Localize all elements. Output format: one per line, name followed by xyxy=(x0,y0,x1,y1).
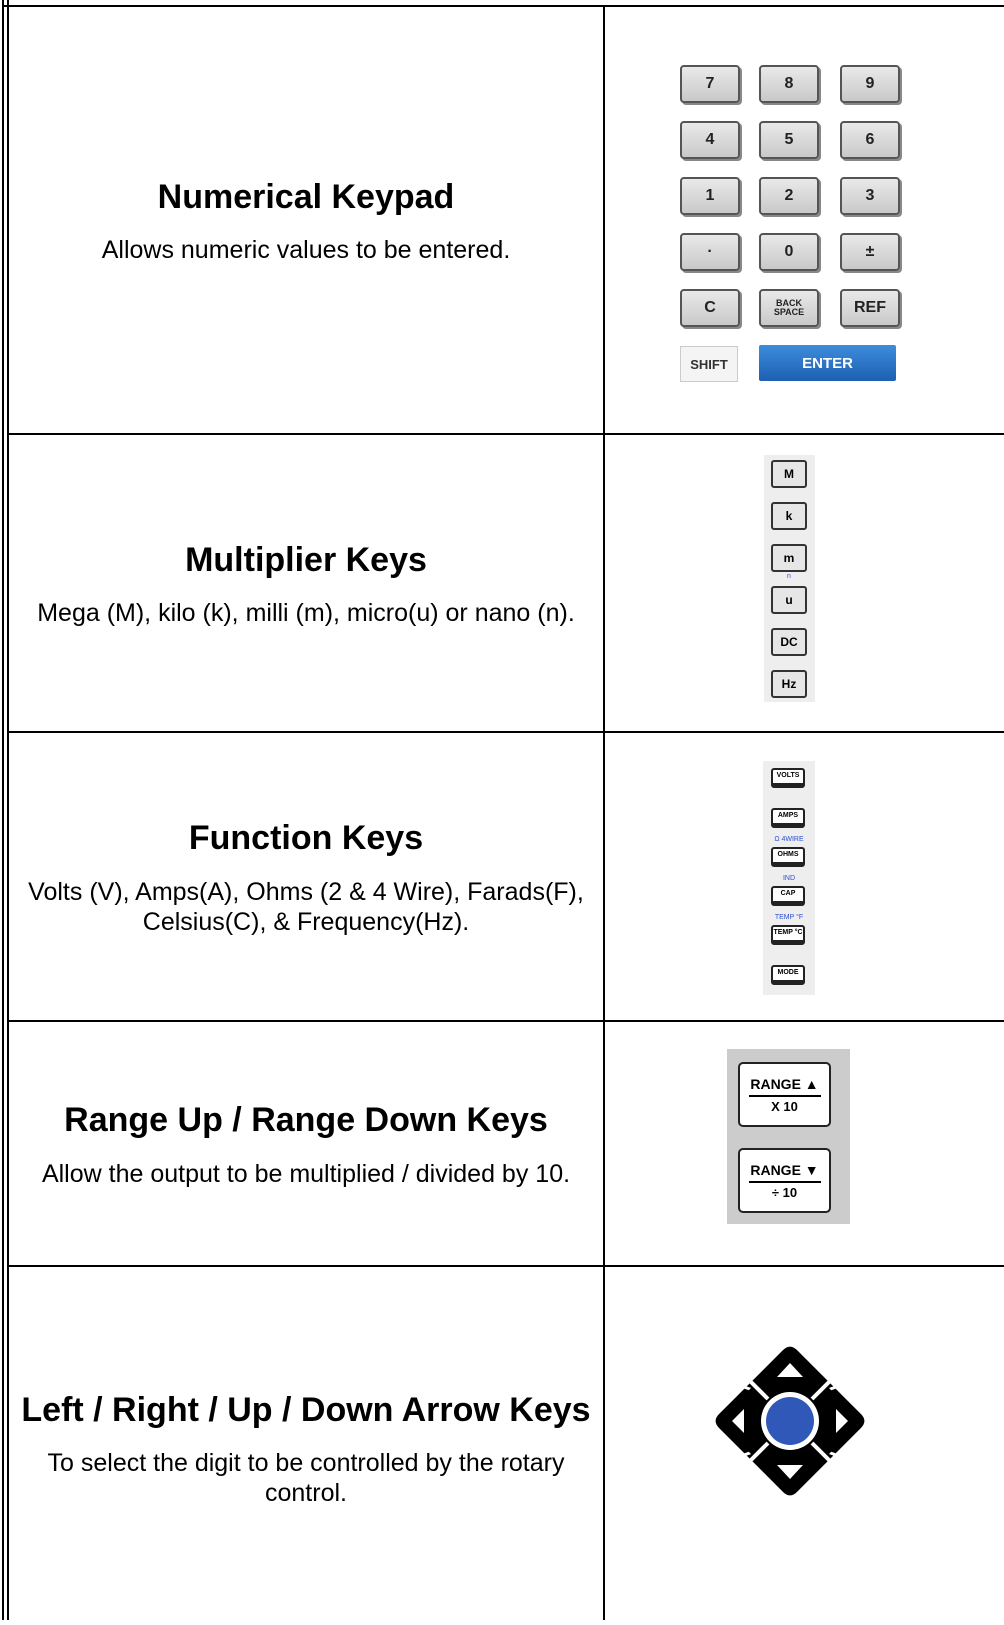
keypad-illustration: 7 8 9 4 5 6 1 2 3 · 0 ± C BACK SPACE REF… xyxy=(605,7,1004,433)
row-title: Range Up / Range Down Keys xyxy=(64,1101,548,1140)
arrow-keys-illustration xyxy=(605,1267,1004,1620)
table-border-left xyxy=(2,0,4,1620)
four-wire-alt-label: Ω 4WIRE xyxy=(774,836,804,843)
row-numerical-keypad: Numerical Keypad Allows numeric values t… xyxy=(9,7,603,433)
key-hz: Hz xyxy=(771,670,807,698)
key-micro: u xyxy=(771,586,807,614)
dpad-graphic xyxy=(712,1343,868,1499)
key-backspace: BACK SPACE xyxy=(759,289,819,327)
key-5: 5 xyxy=(759,121,819,159)
key-plus-minus: ± xyxy=(840,233,900,271)
row-description: To select the digit to be controlled by … xyxy=(47,1448,565,1507)
keys-table: Numerical Keypad Allows numeric values t… xyxy=(0,0,1004,1620)
function-keys-illustration: VOLTS AMPS Ω 4WIRE OHMS IND CAP TEMP °F … xyxy=(605,733,1004,1020)
key-temp-c: TEMP °C xyxy=(771,925,805,945)
row-arrow-keys: Left / Right / Up / Down Arrow Keys To s… xyxy=(9,1267,603,1620)
range-up-label: RANGE ▲ xyxy=(748,1076,821,1097)
key-enter: ENTER xyxy=(759,345,896,381)
nano-alt-label: n xyxy=(787,573,791,580)
row-title: Numerical Keypad xyxy=(157,177,455,216)
row-multiplier-keys: Multiplier Keys Mega (M), kilo (k), mill… xyxy=(9,435,603,731)
key-clear: C xyxy=(680,289,740,327)
key-8: 8 xyxy=(759,65,819,103)
range-keys-illustration: RANGE ▲ X 10 RANGE ▼ ÷ 10 xyxy=(605,1022,1004,1265)
row-description: Volts (V), Amps(A), Ohms (2 & 4 Wire), F… xyxy=(28,877,584,936)
key-6: 6 xyxy=(840,121,900,159)
range-down-sub: ÷ 10 xyxy=(771,1184,798,1200)
range-up-sub: X 10 xyxy=(771,1098,798,1114)
key-mega: M xyxy=(771,460,807,488)
key-0: 0 xyxy=(759,233,819,271)
key-range-down: RANGE ▼ ÷ 10 xyxy=(738,1148,831,1213)
row-title: Function Keys xyxy=(188,819,424,858)
key-3: 3 xyxy=(840,177,900,215)
key-2: 2 xyxy=(759,177,819,215)
key-milli: m xyxy=(771,544,807,572)
row-function-keys: Function Keys Volts (V), Amps(A), Ohms (… xyxy=(9,733,603,1020)
key-cap: CAP xyxy=(771,886,805,906)
multiplier-illustration: M k m n u DC Hz xyxy=(605,435,1004,731)
dpad-center-button xyxy=(766,1397,814,1445)
key-decimal: · xyxy=(680,233,740,271)
range-down-label: RANGE ▼ xyxy=(748,1162,821,1183)
key-4: 4 xyxy=(680,121,740,159)
key-7: 7 xyxy=(680,65,740,103)
row-title: Left / Right / Up / Down Arrow Keys xyxy=(21,1391,591,1430)
row-description: Allows numeric values to be entered. xyxy=(101,236,511,265)
key-ref: REF xyxy=(840,289,900,327)
key-9: 9 xyxy=(840,65,900,103)
temp-f-alt-label: TEMP °F xyxy=(774,914,804,921)
row-description: Mega (M), kilo (k), milli (m), micro(u) … xyxy=(37,599,575,628)
key-dc: DC xyxy=(771,628,807,656)
key-mode: MODE xyxy=(771,965,805,985)
row-range-keys: Range Up / Range Down Keys Allow the out… xyxy=(9,1022,603,1265)
key-range-up: RANGE ▲ X 10 xyxy=(738,1062,831,1127)
key-1: 1 xyxy=(680,177,740,215)
key-ohms: OHMS xyxy=(771,847,805,867)
key-amps: AMPS xyxy=(771,808,805,828)
row-description: Allow the output to be multiplied / divi… xyxy=(41,1159,571,1188)
key-shift: SHIFT xyxy=(680,346,738,382)
ind-alt-label: IND xyxy=(782,875,796,882)
key-kilo: k xyxy=(771,502,807,530)
key-volts: VOLTS xyxy=(771,768,805,788)
row-title: Multiplier Keys xyxy=(185,540,427,579)
